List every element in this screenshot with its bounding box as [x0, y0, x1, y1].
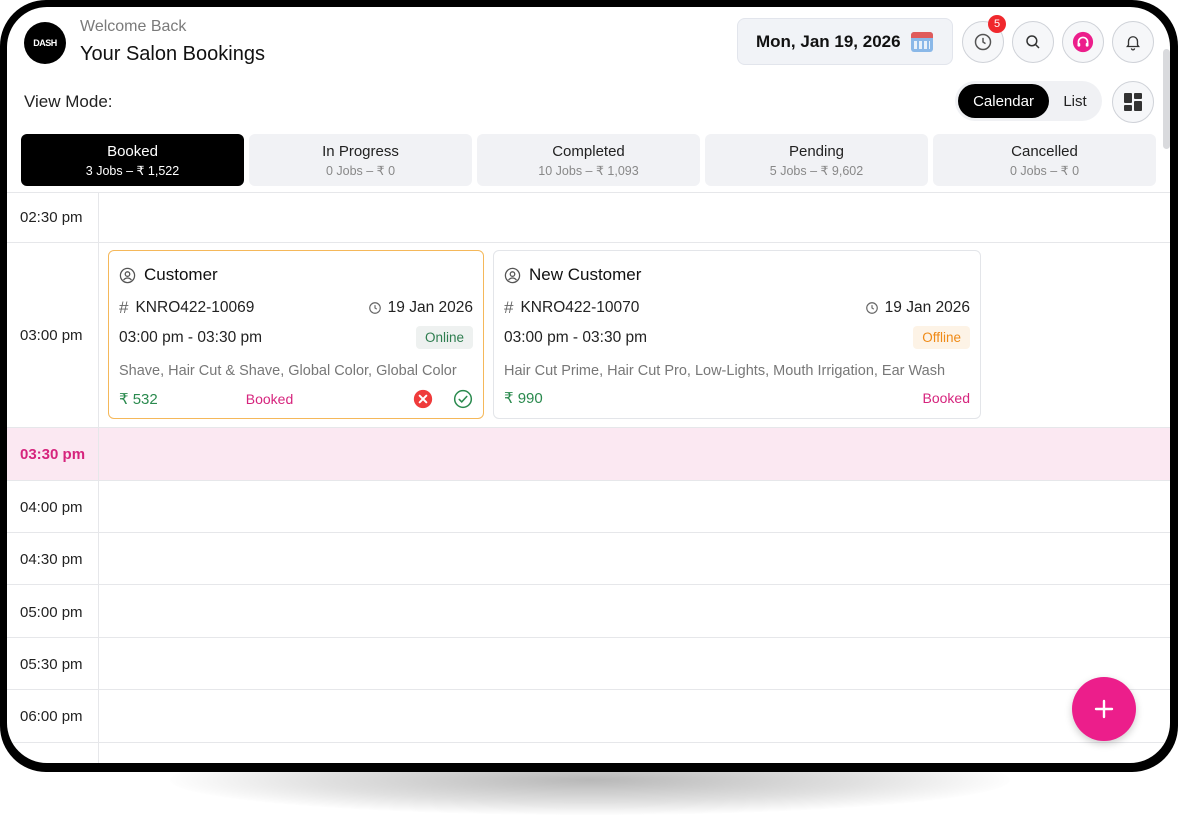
tab-summary: 0 Jobs – ₹ 0 [1009, 163, 1080, 178]
tab-pending[interactable]: Pending 5 Jobs – ₹ 9,602 [705, 134, 928, 186]
mode-badge: Offline [913, 326, 970, 349]
search-button[interactable] [1012, 21, 1054, 63]
selected-date: Mon, Jan 19, 2026 [756, 31, 901, 51]
calendar-icon [910, 31, 933, 52]
booking-price: ₹ 990 [504, 390, 543, 407]
booking-id-row: # KNRO422-10070 [504, 298, 639, 318]
tab-label: Cancelled [1011, 142, 1078, 160]
booking-services: Hair Cut Prime, Hair Cut Pro, Low-Lights… [504, 363, 946, 379]
customer-name: Customer [144, 265, 218, 284]
brand-logo: DASH [24, 22, 66, 64]
history-icon [974, 33, 992, 51]
slot-time: 04:30 pm [20, 551, 83, 568]
mode-badge: Online [415, 326, 473, 349]
tab-label: In Progress [322, 142, 399, 160]
page-title: Your Salon Bookings [80, 43, 265, 65]
booking-status: Booked [245, 391, 294, 407]
time-slot[interactable]: 06:00 pm [7, 690, 1170, 743]
tab-label: Booked [107, 142, 158, 160]
tablet-frame: DASH Welcome Back Your Salon Bookings Mo… [0, 0, 1178, 772]
time-slot[interactable]: 05:30 pm [7, 638, 1170, 690]
cancel-booking-icon[interactable] [413, 389, 433, 409]
search-icon [1026, 35, 1040, 49]
time-slot-current[interactable]: 03:30 pm [7, 428, 1170, 481]
bell-icon [1126, 36, 1140, 51]
time-slot[interactable]: 04:30 pm [7, 533, 1170, 585]
tab-summary: 3 Jobs – ₹ 1,522 [85, 163, 180, 178]
tab-completed[interactable]: Completed 10 Jobs – ₹ 1,093 [477, 134, 700, 186]
calendar-view-option[interactable]: Calendar [958, 84, 1049, 118]
view-mode-label: View Mode: [24, 92, 113, 111]
welcome-text: Welcome Back [80, 18, 187, 35]
support-button[interactable] [1062, 21, 1104, 63]
slot-time: 02:30 pm [20, 209, 83, 226]
slot-time: 04:00 pm [20, 499, 83, 516]
tab-booked[interactable]: Booked 3 Jobs – ₹ 1,522 [21, 134, 244, 186]
booking-id: KNRO422-10070 [520, 299, 640, 316]
booking-id-row: # KNRO422-10069 [119, 298, 254, 318]
booking-date: 19 Jan 2026 [884, 299, 970, 316]
plus-icon [1094, 699, 1114, 719]
slot-time: 05:00 pm [20, 604, 83, 621]
grid-layout-icon [1124, 93, 1142, 111]
scrollbar[interactable] [1163, 49, 1170, 149]
booking-services: Shave, Hair Cut & Shave, Global Color, G… [119, 363, 457, 379]
history-button[interactable]: 5 [962, 15, 1006, 63]
time-slot[interactable]: 05:00 pm [7, 585, 1170, 638]
user-icon [504, 267, 521, 283]
add-booking-button[interactable] [1072, 677, 1136, 741]
notifications-button[interactable] [1112, 21, 1154, 63]
booking-time: 03:00 pm - 03:30 pm [504, 328, 648, 346]
slot-time: 03:00 pm [20, 327, 83, 344]
booking-time: 03:00 pm - 03:30 pm [119, 328, 263, 346]
history-badge: 5 [988, 15, 1006, 33]
date-picker-button[interactable]: Mon, Jan 19, 2026 [737, 18, 953, 65]
view-mode-toggle: Calendar List [955, 81, 1102, 121]
booking-status: Booked [922, 390, 970, 406]
tab-in-progress[interactable]: In Progress 0 Jobs – ₹ 0 [249, 134, 472, 186]
hash-icon: # [504, 298, 514, 317]
booking-date-row: 19 Jan 2026 [865, 299, 970, 317]
slot-time: 06:00 pm [20, 708, 83, 725]
user-icon [119, 267, 136, 283]
customer-name: New Customer [529, 265, 642, 284]
list-view-option[interactable]: List [1055, 84, 1095, 118]
time-slot[interactable]: 04:00 pm [7, 481, 1170, 533]
tab-summary: 0 Jobs – ₹ 0 [325, 163, 396, 178]
brand-logo-text: DASH [33, 38, 57, 48]
time-column-divider [98, 193, 99, 763]
tab-summary: 5 Jobs – ₹ 9,602 [769, 163, 864, 178]
layout-button[interactable] [1112, 81, 1154, 123]
tab-label: Pending [788, 142, 845, 160]
hash-icon: # [119, 298, 129, 317]
booking-actions [413, 389, 473, 409]
clock-icon [368, 302, 381, 314]
booking-date: 19 Jan 2026 [387, 299, 473, 316]
customer-name-row: New Customer [504, 265, 641, 285]
customer-name-row: Customer [119, 265, 218, 285]
tab-label: Completed [552, 142, 625, 160]
clock-icon [865, 302, 878, 314]
time-slot[interactable]: 02:30 pm [7, 193, 1170, 243]
confirm-booking-icon[interactable] [453, 389, 473, 409]
booking-card[interactable]: Customer # KNRO422-10069 19 Jan 2026 03:… [108, 250, 484, 419]
booking-id: KNRO422-10069 [135, 299, 255, 316]
headset-icon [1072, 31, 1094, 53]
booking-card[interactable]: New Customer # KNRO422-10070 19 Jan 2026… [493, 250, 981, 419]
booking-price: ₹ 532 [119, 391, 158, 408]
slot-time: 05:30 pm [20, 656, 83, 673]
slot-time: 03:30 pm [20, 446, 86, 463]
tab-cancelled[interactable]: Cancelled 0 Jobs – ₹ 0 [933, 134, 1156, 186]
tab-summary: 10 Jobs – ₹ 1,093 [538, 163, 639, 178]
app-screen: DASH Welcome Back Your Salon Bookings Mo… [7, 7, 1170, 763]
booking-date-row: 19 Jan 2026 [368, 299, 473, 317]
